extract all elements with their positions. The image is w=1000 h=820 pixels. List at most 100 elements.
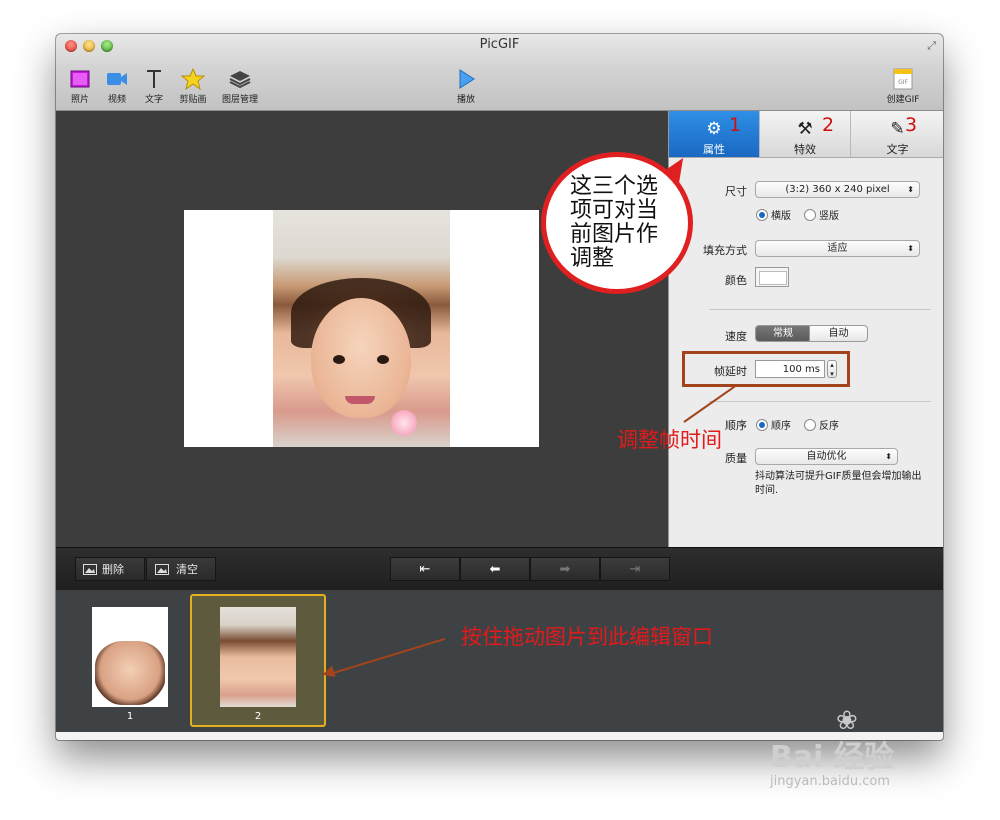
frame-thumbnail-2[interactable]	[220, 607, 296, 707]
fill-label: 填充方式	[703, 244, 747, 257]
chevron-updown-icon: ⬍	[907, 244, 914, 253]
speed-auto-segment[interactable]: 自动	[809, 325, 868, 342]
toolbar-label: 文字	[144, 95, 163, 105]
toolbar-label: 照片	[70, 95, 89, 105]
radio-landscape[interactable]: 横版	[756, 207, 791, 222]
inspector-panel: ⚙ 属性 1 ⚒ 特效 2 ✎ 文字 3 尺寸 (3:2) 360 x 240 …	[668, 111, 943, 547]
delay-highlight-box	[682, 351, 850, 387]
tab-number: 2	[822, 114, 835, 136]
radio-reverse[interactable]: 反序	[804, 417, 839, 432]
color-well[interactable]	[755, 267, 789, 287]
window-title: PicGIF	[479, 37, 520, 52]
fullscreen-icon[interactable]: ⤢	[927, 39, 936, 53]
quality-note: 抖动算法可提升GIF质量但会增加输出时间.	[755, 471, 922, 496]
frame-number: 2	[254, 711, 262, 722]
toolbar-layers-button[interactable]: 图层管理	[218, 68, 262, 105]
toolbar-label: 图层管理	[221, 95, 258, 105]
skip-first-icon: ⇤	[419, 562, 431, 577]
frame-number: 1	[126, 711, 134, 722]
video-icon	[107, 73, 127, 85]
gif-canvas[interactable]	[184, 210, 539, 447]
fill-value: 适应	[827, 243, 848, 254]
tab-label: 特效	[794, 143, 816, 156]
divider	[709, 309, 931, 310]
tab-properties[interactable]: ⚙ 属性 1	[669, 111, 760, 157]
clear-label: 清空	[176, 563, 198, 576]
edit-icon: ✎	[890, 119, 905, 139]
toolbar-video-button[interactable]: 视频	[104, 68, 130, 105]
star-icon	[181, 68, 205, 90]
speed-normal-segment[interactable]: 常规	[755, 325, 811, 342]
image-icon	[155, 564, 169, 575]
tab-number: 1	[729, 114, 742, 136]
clear-button[interactable]: 清空	[146, 557, 216, 581]
toolbar-label: 剪贴画	[179, 95, 207, 105]
image-icon	[83, 564, 97, 575]
radio-dot	[804, 209, 816, 221]
toolbar-photo-button[interactable]: 照片	[68, 68, 92, 105]
toolbar-play-button[interactable]: 播放	[452, 68, 480, 105]
radio-label: 反序	[819, 421, 839, 432]
radio-dot	[804, 419, 816, 431]
watermark-logo: Bai 经验	[770, 740, 894, 775]
magic-wand-icon: ⚒	[797, 119, 813, 139]
current-frame-photo[interactable]	[273, 210, 450, 447]
thumbnail-photo	[220, 607, 296, 707]
photo-mouth	[345, 396, 375, 404]
toolbar-clipart-button[interactable]: 剪贴画	[176, 68, 210, 105]
toolbar-label: 播放	[456, 95, 475, 105]
thumbnail-photo	[95, 641, 165, 705]
speed-label: 速度	[725, 330, 747, 343]
fill-select[interactable]: 适应 ⬍	[755, 240, 920, 257]
arrow-right-icon: ➡	[559, 562, 571, 577]
delete-button[interactable]: 删除	[75, 557, 145, 581]
divider	[709, 401, 931, 402]
photo-eye	[377, 355, 389, 364]
previous-frame-button[interactable]: ⬅	[460, 557, 530, 581]
text-icon	[147, 70, 161, 88]
tab-label: 文字	[886, 143, 909, 156]
toolbar-text-button[interactable]: 文字	[142, 68, 166, 105]
first-frame-button[interactable]: ⇤	[390, 557, 460, 581]
gear-icon: ⚙	[706, 119, 722, 139]
last-frame-button[interactable]: ⇥	[600, 557, 670, 581]
toolbar-label: 视频	[107, 95, 126, 105]
layers-icon	[229, 71, 251, 89]
titlebar: PicGIF ⤢ 照片 视频 文字 剪贴画 图层管理 播放 GIF 创建GIF	[56, 34, 943, 111]
tab-effects[interactable]: ⚒ 特效 2	[760, 111, 851, 157]
size-label: 尺寸	[725, 185, 747, 198]
toolbar-label: 创建GIF	[886, 95, 920, 105]
drag-annotation-text: 按住拖动图片到此编辑窗口	[461, 625, 713, 649]
delete-label: 删除	[102, 563, 124, 576]
radio-dot-selected	[756, 209, 768, 221]
color-swatch	[759, 271, 787, 285]
radio-label: 竖版	[819, 211, 839, 222]
callout-bubble: 这三个选项可对当前图片作调整	[541, 152, 693, 294]
radio-dot-selected	[756, 419, 768, 431]
size-select[interactable]: (3:2) 360 x 240 pixel ⬍	[755, 181, 920, 198]
color-label: 颜色	[725, 274, 747, 287]
radio-portrait[interactable]: 竖版	[804, 207, 839, 222]
filmstrip[interactable]: 1 2	[56, 590, 943, 732]
callout-bubble-text: 这三个选项可对当前图片作调整	[570, 174, 659, 271]
photo-heart-sticker	[391, 410, 417, 436]
create-gif-icon: GIF	[893, 68, 913, 90]
next-frame-button[interactable]: ➡	[530, 557, 600, 581]
tab-number: 3	[905, 114, 918, 136]
chevron-updown-icon: ⬍	[885, 452, 892, 461]
inspector-tabs: ⚙ 属性 1 ⚒ 特效 2 ✎ 文字 3	[669, 111, 943, 158]
control-bar: 删除 清空 ⇤ ⬅ ➡ ⇥	[56, 547, 943, 591]
quality-select[interactable]: 自动优化 ⬍	[755, 448, 898, 465]
radio-label: 横版	[771, 211, 791, 222]
frame-thumbnail-1[interactable]	[92, 607, 168, 707]
skip-last-icon: ⇥	[629, 562, 641, 577]
tab-label: 属性	[703, 143, 725, 156]
radio-forward[interactable]: 顺序	[756, 417, 791, 432]
quality-value: 自动优化	[806, 451, 847, 462]
arrow-left-icon: ⬅	[489, 562, 501, 577]
chevron-updown-icon: ⬍	[907, 185, 914, 194]
toolbar-create-gif-button[interactable]: GIF 创建GIF	[882, 68, 924, 105]
watermark-url: jingyan.baidu.com	[770, 774, 890, 789]
tab-text[interactable]: ✎ 文字 3	[851, 111, 943, 157]
photo-eye	[333, 355, 345, 364]
